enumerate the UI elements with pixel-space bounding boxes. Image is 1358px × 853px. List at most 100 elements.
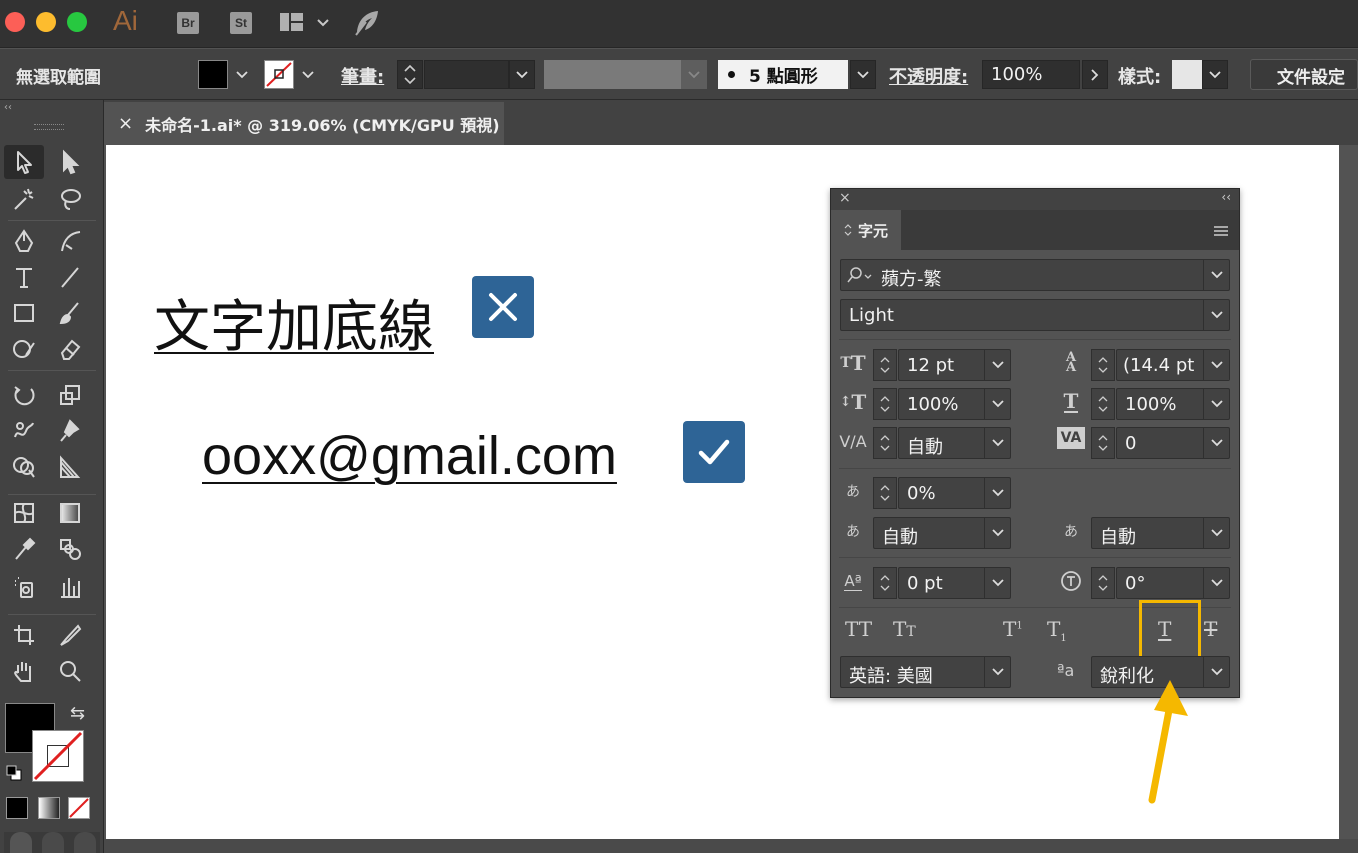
perspective-grid-tool-icon[interactable] bbox=[50, 450, 90, 484]
insert-space-right-dropdown[interactable] bbox=[1203, 518, 1229, 548]
font-style-dropdown[interactable] bbox=[1203, 300, 1229, 330]
draw-inside-icon[interactable] bbox=[74, 832, 96, 853]
insert-space-left-dropdown[interactable] bbox=[984, 518, 1010, 548]
insert-space-right-select[interactable]: 自動 bbox=[1091, 517, 1230, 549]
vertical-scale-stepper[interactable] bbox=[873, 388, 897, 420]
baseline-shift-dropdown[interactable] bbox=[984, 568, 1010, 598]
zoom-tool-icon[interactable] bbox=[50, 654, 90, 688]
stroke-weight-stepper[interactable] bbox=[397, 60, 423, 89]
opacity-input[interactable]: 100% bbox=[982, 60, 1080, 89]
horizontal-scrollbar[interactable] bbox=[104, 839, 1358, 853]
shape-builder-tool-icon[interactable] bbox=[4, 450, 44, 484]
graphic-style-dropdown[interactable] bbox=[1202, 60, 1228, 89]
document-tab[interactable]: × 未命名-1.ai* @ 319.06% (CMYK/GPU 預視) bbox=[104, 102, 504, 145]
toolbar-grip[interactable] bbox=[34, 124, 64, 130]
font-style-select[interactable]: Light bbox=[840, 299, 1230, 331]
swap-fill-stroke-icon[interactable]: ⇆ bbox=[70, 703, 85, 724]
gradient-tool-icon[interactable] bbox=[50, 496, 90, 530]
fill-swatch[interactable] bbox=[198, 60, 228, 89]
panel-collapse-icon[interactable]: ‹‹ bbox=[1221, 190, 1231, 204]
bridge-button[interactable]: Br bbox=[177, 12, 199, 34]
baseline-shift-stepper[interactable] bbox=[873, 567, 897, 599]
collapse-toolbar-icon[interactable]: ‹‹ bbox=[4, 102, 12, 113]
blend-tool-icon[interactable] bbox=[50, 532, 90, 566]
leading-stepper[interactable] bbox=[1091, 349, 1115, 381]
stock-button[interactable]: St bbox=[230, 12, 252, 34]
variable-width-dropdown[interactable] bbox=[681, 60, 707, 89]
type-tool-icon[interactable] bbox=[4, 260, 44, 294]
pin-tool-icon[interactable] bbox=[50, 414, 90, 448]
tracking-input[interactable]: 0 bbox=[1116, 427, 1230, 459]
stroke-weight-input[interactable] bbox=[424, 60, 509, 89]
gradient-mode-icon[interactable] bbox=[38, 797, 60, 819]
tsume-stepper[interactable] bbox=[873, 477, 897, 509]
zoom-window-button[interactable] bbox=[67, 12, 87, 32]
font-size-input[interactable]: 12 pt bbox=[898, 349, 1011, 381]
underlined-heading-sample[interactable]: 文字加底線 bbox=[154, 282, 434, 363]
panel-menu-icon[interactable] bbox=[1213, 223, 1229, 237]
tsume-input[interactable]: 0% bbox=[898, 477, 1011, 509]
baseline-shift-input[interactable]: 0 pt bbox=[898, 567, 1011, 599]
all-caps-button[interactable]: TT bbox=[845, 617, 872, 641]
workspace-layout-icon[interactable] bbox=[279, 11, 329, 35]
horizontal-scale-input[interactable]: 100% bbox=[1116, 388, 1230, 420]
artboard-tool-icon[interactable] bbox=[4, 618, 44, 652]
warp-tool-icon[interactable] bbox=[4, 414, 44, 448]
horizontal-scale-stepper[interactable] bbox=[1091, 388, 1115, 420]
pen-tool-icon[interactable] bbox=[4, 224, 44, 258]
column-graph-tool-icon[interactable] bbox=[50, 570, 90, 604]
font-search-icon[interactable] bbox=[847, 266, 872, 284]
kerning-stepper[interactable] bbox=[873, 427, 897, 459]
scale-tool-icon[interactable] bbox=[50, 378, 90, 412]
document-setup-button[interactable]: 文件設定 bbox=[1250, 59, 1358, 90]
minimize-window-button[interactable] bbox=[36, 12, 56, 32]
graphic-style-swatch[interactable] bbox=[1172, 60, 1202, 89]
small-caps-button[interactable]: TT bbox=[893, 617, 916, 641]
font-size-stepper[interactable] bbox=[873, 349, 897, 381]
eyedropper-tool-icon[interactable] bbox=[4, 532, 44, 566]
lasso-tool-icon[interactable] bbox=[50, 182, 90, 216]
symbol-sprayer-tool-icon[interactable] bbox=[4, 570, 44, 604]
font-family-dropdown[interactable] bbox=[1203, 260, 1229, 290]
brush-definition[interactable]: 5 點圓形 bbox=[718, 60, 848, 89]
stroke-swatch[interactable] bbox=[264, 60, 294, 89]
kerning-input[interactable]: 自動 bbox=[898, 427, 1011, 459]
superscript-button[interactable]: T1 bbox=[1003, 617, 1023, 641]
none-mode-icon[interactable] bbox=[68, 797, 90, 819]
draw-behind-icon[interactable] bbox=[42, 832, 64, 853]
tab-character[interactable]: 字元 bbox=[831, 210, 901, 250]
leading-dropdown[interactable] bbox=[1203, 350, 1229, 380]
color-mode-icon[interactable] bbox=[6, 797, 28, 819]
feather-icon[interactable] bbox=[352, 8, 382, 38]
tab-close-icon[interactable]: × bbox=[118, 113, 133, 134]
subscript-button[interactable]: T1 bbox=[1047, 617, 1067, 644]
insert-space-left-select[interactable]: 自動 bbox=[873, 517, 1011, 549]
tracking-dropdown[interactable] bbox=[1203, 428, 1229, 458]
rotate-tool-icon[interactable] bbox=[4, 378, 44, 412]
language-dropdown[interactable] bbox=[984, 657, 1010, 687]
stroke-weight-dropdown[interactable] bbox=[509, 60, 535, 89]
fill-dropdown[interactable] bbox=[230, 60, 254, 89]
character-rotation-input[interactable]: 0° bbox=[1116, 567, 1230, 599]
rectangle-tool-icon[interactable] bbox=[4, 296, 44, 330]
hand-tool-icon[interactable] bbox=[4, 654, 44, 688]
font-family-select[interactable]: 蘋方-繁 bbox=[840, 259, 1230, 291]
direct-selection-tool-icon[interactable] bbox=[50, 145, 90, 179]
vertical-scale-input[interactable]: 100% bbox=[898, 388, 1011, 420]
paintbrush-tool-icon[interactable] bbox=[50, 296, 90, 330]
stroke-color-box[interactable] bbox=[32, 730, 84, 782]
strikethrough-button[interactable]: T bbox=[1204, 617, 1217, 641]
email-link-sample[interactable]: ooxx@gmail.com bbox=[202, 425, 617, 487]
vertical-scale-dropdown[interactable] bbox=[984, 389, 1010, 419]
character-rotation-dropdown[interactable] bbox=[1203, 568, 1229, 598]
vertical-scrollbar[interactable] bbox=[1339, 145, 1358, 839]
shaper-tool-icon[interactable] bbox=[4, 332, 44, 366]
font-size-dropdown[interactable] bbox=[984, 350, 1010, 380]
stroke-dropdown[interactable] bbox=[296, 60, 320, 89]
tracking-stepper[interactable] bbox=[1091, 427, 1115, 459]
selection-tool-icon[interactable] bbox=[4, 145, 44, 179]
draw-normal-icon[interactable] bbox=[10, 832, 32, 853]
variable-width-profile[interactable] bbox=[544, 60, 681, 89]
mesh-tool-icon[interactable] bbox=[4, 496, 44, 530]
language-select[interactable]: 英語: 美國 bbox=[840, 656, 1011, 688]
